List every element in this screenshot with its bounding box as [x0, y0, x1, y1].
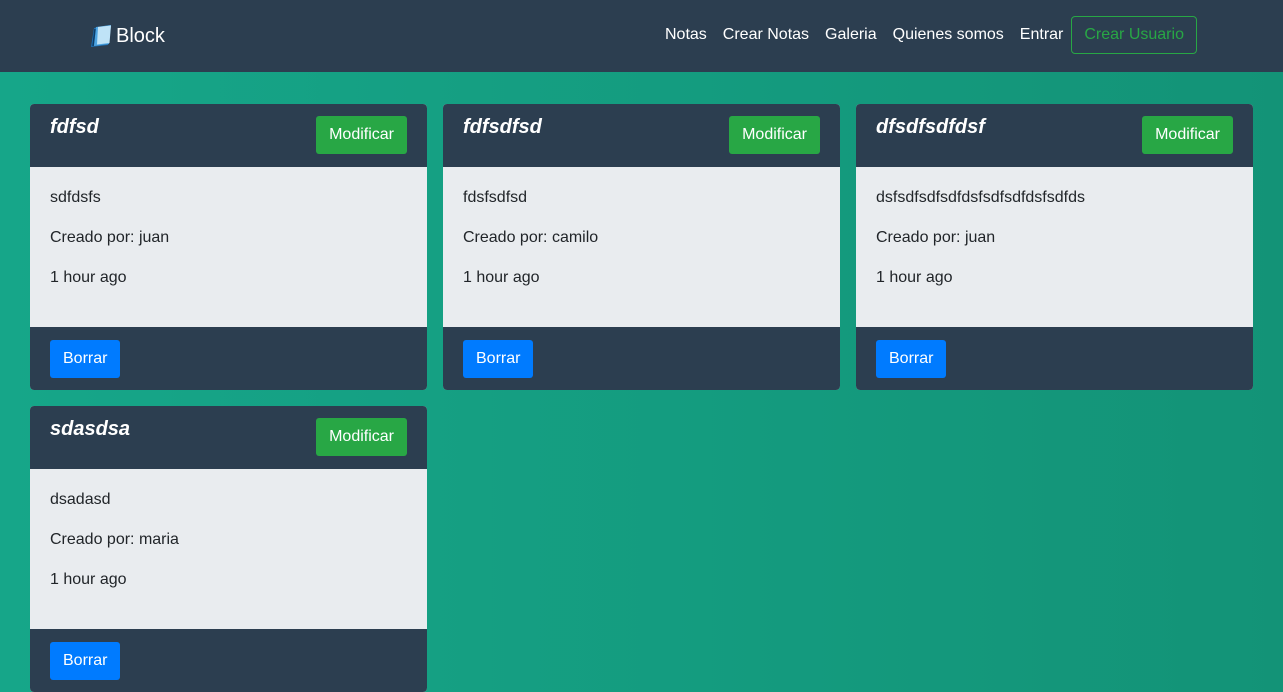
note-card-footer: Borrar: [30, 327, 427, 390]
note-card: dfsdfsdfdsf Modificar dsfsdfsdfsdfdsfsdf…: [856, 104, 1253, 390]
note-timestamp: 1 hour ago: [463, 269, 540, 286]
brand-name: Block: [116, 24, 165, 47]
delete-button[interactable]: Borrar: [876, 340, 947, 378]
modify-button[interactable]: Modificar: [729, 116, 820, 154]
note-card-header: fdfsd Modificar: [30, 104, 427, 167]
modify-button[interactable]: Modificar: [316, 418, 407, 456]
note-card: fdfsdfsd Modificar fdsfsdfsd Creado por:…: [443, 104, 840, 390]
nav-link-quienes-somos[interactable]: Quienes somos: [893, 26, 1004, 44]
note-content: sdfdsfs: [50, 189, 101, 206]
note-author: Creado por: juan: [876, 229, 996, 246]
note-card-footer: Borrar: [856, 327, 1253, 390]
note-card-header: dfsdfsdfdsf Modificar: [856, 104, 1253, 167]
modify-button[interactable]: Modificar: [1142, 116, 1233, 154]
nav-link-galeria[interactable]: Galeria: [825, 26, 877, 44]
note-title: dfsdfsdfdsf: [876, 116, 985, 138]
note-author: Creado por: camilo: [463, 229, 599, 246]
note-card-body: sdfdsfs Creado por: juan 1 hour ago: [30, 167, 427, 327]
note-title: fdfsd: [50, 116, 99, 138]
nav-link-crear-notas[interactable]: Crear Notas: [723, 26, 809, 44]
note-title: fdfsdfsd: [463, 116, 542, 138]
note-card: fdfsd Modificar sdfdsfs Creado por: juan…: [30, 104, 427, 390]
note-content: dsfsdfsdfsdfdsfsdfsdfdsfsdfds: [876, 189, 1085, 206]
delete-button[interactable]: Borrar: [463, 340, 534, 378]
note-card: sdasdsa Modificar dsadasd Creado por: ma…: [30, 406, 427, 692]
note-timestamp: 1 hour ago: [50, 571, 127, 588]
delete-button[interactable]: Borrar: [50, 340, 121, 378]
note-content: fdsfsdfsd: [463, 189, 528, 206]
brand-link[interactable]: Block: [88, 22, 165, 50]
modify-button[interactable]: Modificar: [316, 116, 407, 154]
nav-links: Notas Crear Notas Galeria Quienes somos …: [665, 16, 1197, 54]
navbar: Block Notas Crear Notas Galeria Quienes …: [0, 0, 1283, 72]
note-timestamp: 1 hour ago: [876, 269, 953, 286]
note-card-header: fdfsdfsd Modificar: [443, 104, 840, 167]
note-card-footer: Borrar: [30, 629, 427, 692]
notebook-icon: [88, 23, 114, 49]
delete-button[interactable]: Borrar: [50, 642, 121, 680]
note-author: Creado por: juan: [50, 229, 170, 246]
nav-link-entrar[interactable]: Entrar: [1020, 26, 1064, 44]
note-card-header: sdasdsa Modificar: [30, 406, 427, 469]
note-card-body: fdsfsdfsd Creado por: camilo 1 hour ago: [443, 167, 840, 327]
note-timestamp: 1 hour ago: [50, 269, 127, 286]
note-card-body: dsadasd Creado por: maria 1 hour ago: [30, 469, 427, 629]
note-content: dsadasd: [50, 491, 111, 508]
note-card-body: dsfsdfsdfsdfdsfsdfsdfdsfsdfds Creado por…: [856, 167, 1253, 327]
nav-link-notas[interactable]: Notas: [665, 26, 707, 44]
create-user-button[interactable]: Crear Usuario: [1071, 16, 1197, 54]
note-author: Creado por: maria: [50, 531, 179, 548]
note-card-footer: Borrar: [443, 327, 840, 390]
note-title: sdasdsa: [50, 418, 131, 440]
